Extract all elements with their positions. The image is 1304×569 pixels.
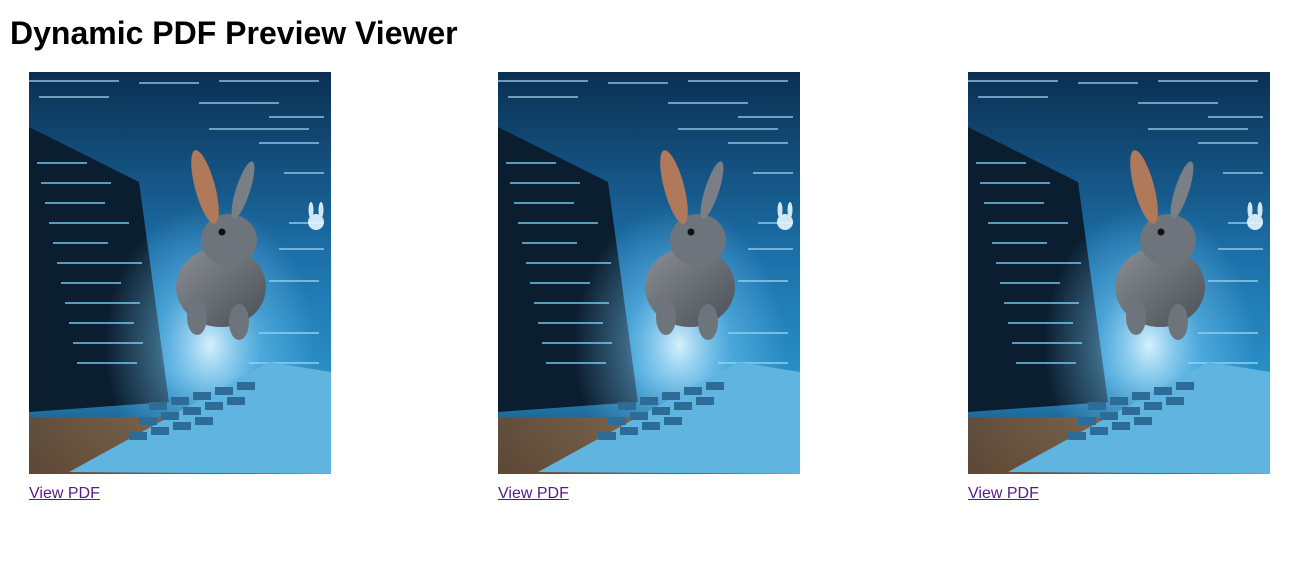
pdf-preview-grid: View PDF View PDF View PDF xyxy=(0,72,1304,512)
pdf-thumbnail-image[interactable] xyxy=(29,72,331,474)
pdf-thumbnail-image[interactable] xyxy=(498,72,800,474)
view-pdf-link[interactable]: View PDF xyxy=(968,484,1039,503)
view-pdf-link[interactable]: View PDF xyxy=(498,484,569,503)
rabbit-laptop-image xyxy=(968,72,1270,474)
pdf-thumbnail-image[interactable] xyxy=(968,72,1270,474)
page-title: Dynamic PDF Preview Viewer xyxy=(10,15,458,51)
pdf-preview-card: View PDF xyxy=(968,72,1270,503)
rabbit-laptop-image xyxy=(29,72,331,474)
rabbit-laptop-image xyxy=(498,72,800,474)
pdf-preview-card: View PDF xyxy=(498,72,800,503)
pdf-preview-card: View PDF xyxy=(29,72,331,503)
view-pdf-link[interactable]: View PDF xyxy=(29,484,100,503)
